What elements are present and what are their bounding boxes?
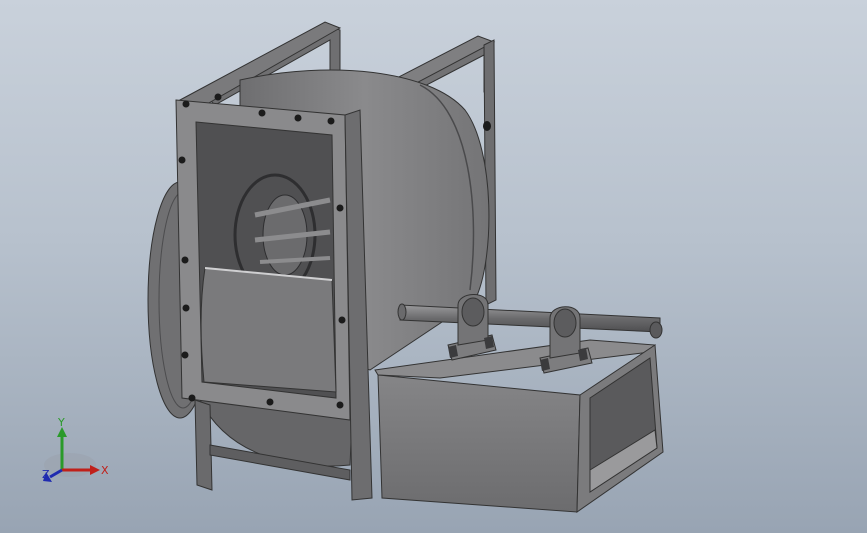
- x-axis-label: X: [101, 464, 109, 477]
- triad-plane-disc: [44, 453, 96, 477]
- outlet-box-front: [377, 374, 581, 513]
- shaft-end: [397, 303, 407, 321]
- fan-assembly-model[interactable]: [147, 21, 664, 513]
- outlet-box-top: [374, 339, 656, 379]
- z-axis-label: Z: [42, 468, 50, 481]
- orientation-triad: Y X Z: [42, 416, 109, 482]
- cad-3d-viewport[interactable]: [0, 0, 867, 533]
- cutoff-plate: [200, 267, 337, 393]
- drive-shaft: [399, 304, 661, 333]
- shaft-tip: [649, 321, 663, 339]
- y-axis-label: Y: [57, 416, 65, 429]
- left-leg: [194, 399, 213, 491]
- post-hole: [483, 121, 491, 131]
